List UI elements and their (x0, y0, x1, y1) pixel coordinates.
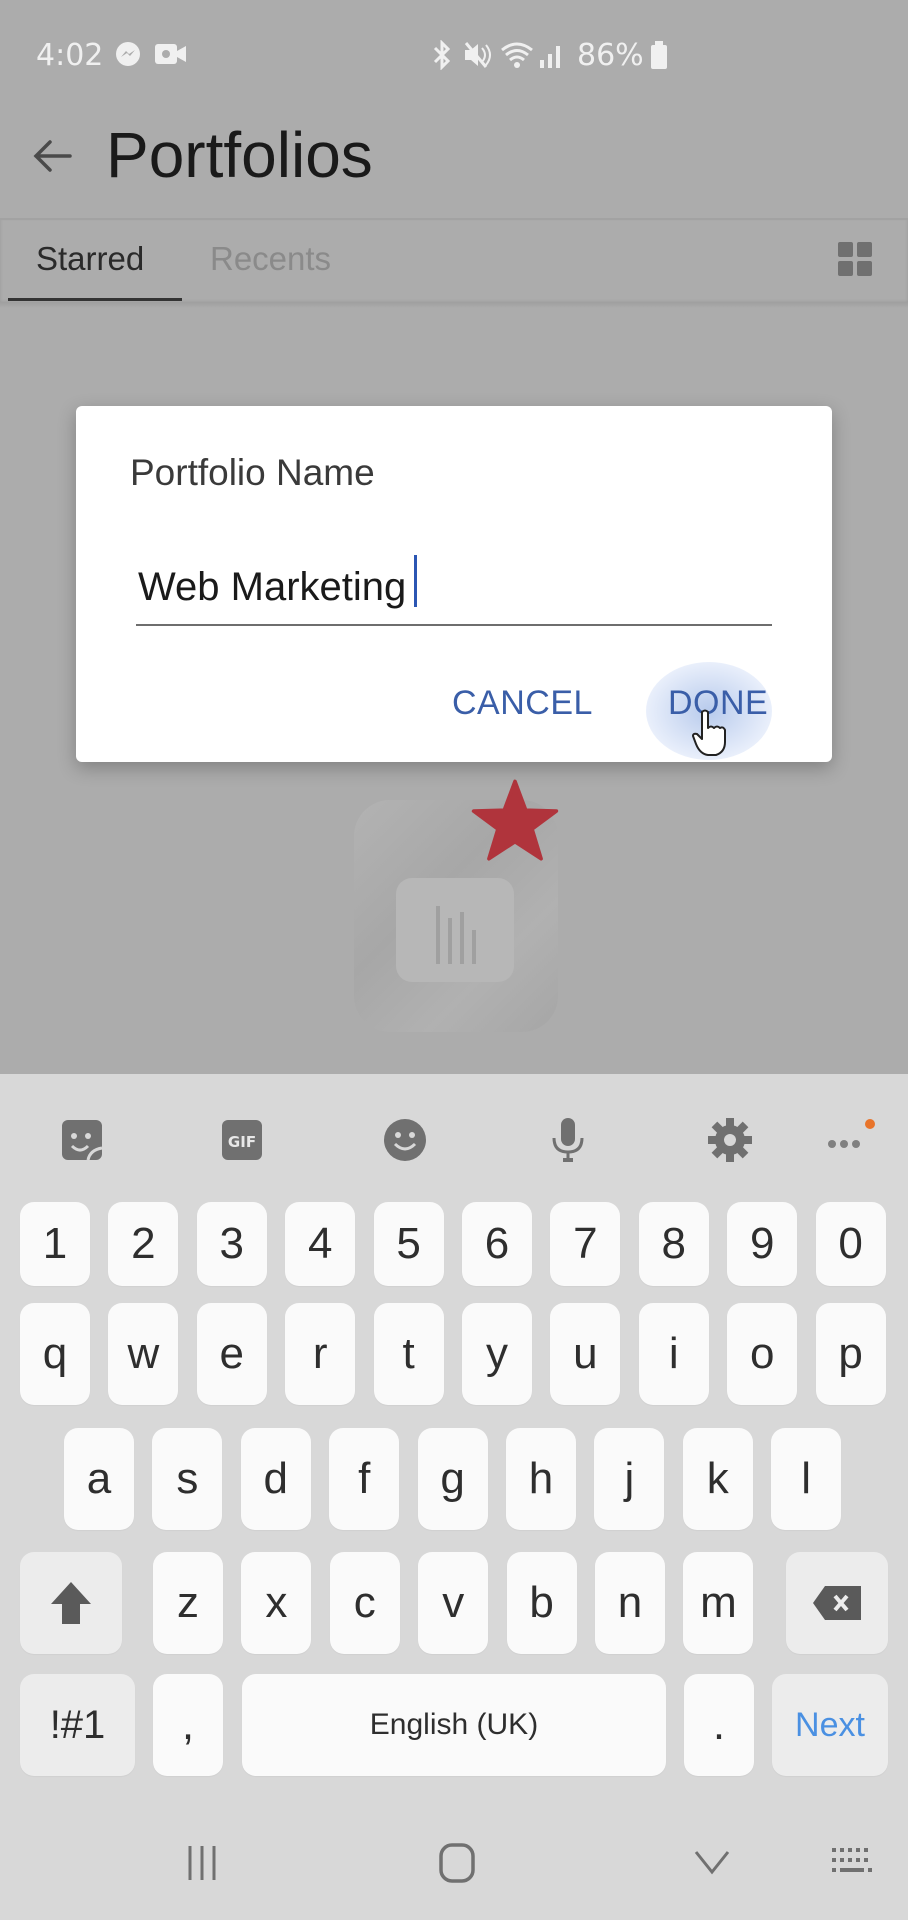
battery-icon (651, 41, 667, 69)
hand-pointer-icon (692, 709, 726, 756)
text-caret (414, 555, 417, 607)
home-icon[interactable] (436, 1840, 478, 1886)
key-w[interactable]: w (108, 1303, 179, 1405)
key-q[interactable]: q (20, 1303, 90, 1405)
key-v[interactable]: v (418, 1552, 489, 1654)
key-u[interactable]: u (550, 1303, 621, 1405)
key-g[interactable]: g (417, 1428, 488, 1530)
key-5[interactable]: 5 (373, 1202, 444, 1286)
key-f[interactable]: f (329, 1428, 400, 1530)
gif-icon[interactable]: GIF (218, 1116, 266, 1164)
signal-icon (540, 46, 560, 68)
tab-recents[interactable]: Recents (210, 240, 331, 278)
key-7[interactable]: 7 (550, 1202, 621, 1286)
bluetooth-icon (433, 40, 451, 70)
sticker-icon[interactable] (58, 1116, 106, 1164)
key-a[interactable]: a (64, 1428, 134, 1530)
space-key[interactable]: English (UK) (242, 1674, 666, 1776)
grid-view-icon[interactable] (838, 242, 874, 278)
key-0[interactable]: 0 (815, 1202, 886, 1286)
tab-starred[interactable]: Starred (36, 240, 144, 278)
period-key[interactable]: . (684, 1674, 754, 1776)
settings-icon[interactable] (706, 1116, 754, 1164)
shift-key[interactable] (20, 1552, 122, 1654)
key-6[interactable]: 6 (462, 1202, 532, 1286)
bar-chart-icon (436, 906, 476, 964)
key-x[interactable]: x (241, 1552, 312, 1654)
key-m[interactable]: m (683, 1552, 754, 1654)
battery-percent: 86% (577, 38, 644, 73)
portfolio-thumbnail (396, 878, 514, 982)
symbols-key[interactable]: !#1 (20, 1674, 135, 1776)
tab-indicator (8, 298, 182, 301)
key-h[interactable]: h (506, 1428, 576, 1530)
more-icon[interactable] (822, 1116, 882, 1164)
messenger-icon (116, 42, 140, 66)
backspace-icon (813, 1586, 861, 1620)
key-d[interactable]: d (240, 1428, 311, 1530)
status-bar: 4:02 86% (0, 0, 908, 110)
key-p[interactable]: p (815, 1303, 886, 1405)
portfolio-name-input[interactable] (136, 550, 772, 626)
dialog-title: Portfolio Name (130, 452, 375, 493)
key-o[interactable]: o (727, 1303, 798, 1405)
video-call-icon (155, 44, 186, 64)
key-r[interactable]: r (285, 1303, 356, 1405)
key-8[interactable]: 8 (638, 1202, 709, 1286)
key-s[interactable]: s (152, 1428, 223, 1530)
microphone-icon[interactable] (544, 1116, 592, 1164)
key-b[interactable]: b (506, 1552, 577, 1654)
key-l[interactable]: l (771, 1428, 842, 1530)
shift-arrow-icon (51, 1582, 91, 1624)
key-z[interactable]: z (153, 1552, 223, 1654)
key-2[interactable]: 2 (108, 1202, 179, 1286)
mute-icon (464, 42, 491, 68)
page-title: Portfolios (106, 119, 373, 191)
comma-key[interactable]: , (153, 1674, 223, 1776)
back-chevron-icon[interactable] (690, 1840, 734, 1886)
key-c[interactable]: c (329, 1552, 400, 1654)
key-y[interactable]: y (462, 1303, 532, 1405)
next-key[interactable]: Next (772, 1674, 888, 1776)
key-j[interactable]: j (594, 1428, 665, 1530)
key-e[interactable]: e (196, 1303, 267, 1405)
key-i[interactable]: i (638, 1303, 709, 1405)
key-t[interactable]: t (373, 1303, 444, 1405)
emoji-icon[interactable] (381, 1116, 429, 1164)
key-n[interactable]: n (595, 1552, 665, 1654)
star-icon[interactable] (470, 776, 560, 866)
key-9[interactable]: 9 (727, 1202, 798, 1286)
recents-icon[interactable] (182, 1840, 222, 1886)
back-arrow-icon[interactable] (30, 136, 74, 176)
status-time: 4:02 (36, 38, 104, 73)
wifi-icon (501, 42, 533, 68)
tab-bar-shadow (0, 302, 908, 308)
key-4[interactable]: 4 (285, 1202, 356, 1286)
svg-text:GIF: GIF (228, 1133, 256, 1151)
key-1[interactable]: 1 (20, 1202, 90, 1286)
key-k[interactable]: k (682, 1428, 753, 1530)
keyboard-switch-icon[interactable] (830, 1840, 874, 1886)
backspace-key[interactable] (786, 1552, 888, 1654)
cancel-button[interactable]: CANCEL (452, 684, 593, 723)
key-3[interactable]: 3 (196, 1202, 267, 1286)
